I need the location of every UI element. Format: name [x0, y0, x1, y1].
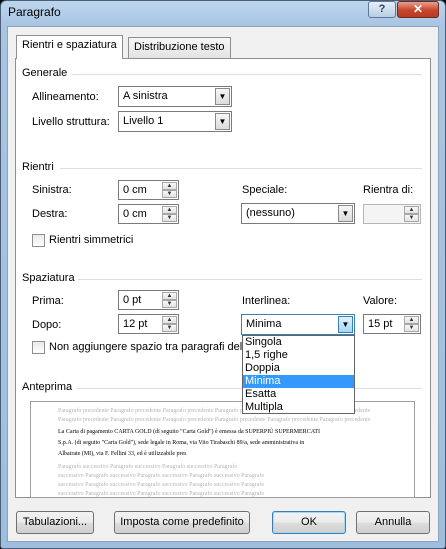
spin-down-icon[interactable]: ▼	[404, 324, 419, 332]
spin-up-icon[interactable]: ▲	[162, 182, 177, 190]
divider	[60, 168, 422, 169]
dopo-label: Dopo:	[32, 319, 62, 331]
section-rientri-heading: Rientri	[22, 161, 54, 173]
tab-rientri-spaziatura[interactable]: Rientri e spaziatura	[16, 35, 123, 59]
spin-down-icon[interactable]: ▼	[404, 214, 419, 222]
window-title: Paragrafo	[8, 5, 61, 19]
divider	[78, 279, 422, 280]
option-singola[interactable]: Singola	[243, 336, 354, 349]
destra-label: Destra:	[32, 208, 68, 220]
dopo-spinner[interactable]: 12 pt ▲ ▼	[118, 314, 179, 334]
preview-next-line: Paragrafo successivo Paragrafo successiv…	[58, 464, 238, 470]
preview-main-line: Albairate (MI), via F. Fellini 33, ed è …	[58, 451, 187, 457]
help-button[interactable]: ?	[368, 1, 396, 18]
option-1-5-righe[interactable]: 1,5 righe	[243, 349, 354, 362]
dopo-value: 12 pt	[123, 318, 148, 330]
interlinea-dropdown-list[interactable]: Singola 1,5 righe Doppia Minima Esatta M…	[242, 335, 355, 414]
option-esatta[interactable]: Esatta	[243, 388, 354, 401]
sinistra-value: 0 cm	[123, 184, 147, 196]
rientra-spinner[interactable]: ▲ ▼	[363, 204, 421, 224]
annulla-button[interactable]: Annulla	[356, 511, 430, 534]
chevron-down-icon[interactable]: ▼	[215, 88, 230, 105]
rientra-label: Rientra di:	[363, 184, 414, 196]
prima-value: 0 pt	[123, 294, 142, 306]
spin-down-icon[interactable]: ▼	[162, 300, 177, 308]
section-anteprima-heading: Anteprima	[22, 381, 73, 393]
spin-up-icon[interactable]: ▲	[162, 292, 177, 300]
rientri-simmetrici-label: Rientri simmetrici	[49, 234, 134, 246]
speciale-select[interactable]: (nessuno) ▼	[241, 203, 355, 224]
interlinea-select[interactable]: Minima ▼	[241, 314, 355, 335]
preview-prev-line: Paragrafo precedente Paragrafo precedent…	[58, 417, 371, 423]
spin-down-icon[interactable]: ▼	[162, 324, 177, 332]
speciale-value: (nessuno)	[246, 207, 295, 219]
chevron-down-icon[interactable]: ▼	[215, 113, 230, 130]
spin-down-icon[interactable]: ▼	[162, 214, 177, 222]
chevron-down-icon[interactable]: ▼	[338, 205, 353, 222]
rientri-simmetrici-checkbox[interactable]	[32, 234, 45, 247]
allineamento-value: A sinistra	[123, 90, 168, 102]
allineamento-label: Allineamento:	[32, 91, 99, 103]
spin-up-icon[interactable]: ▲	[162, 316, 177, 324]
prima-label: Prima:	[32, 295, 64, 307]
preview-main-line: La Carta di pagamento CARTA GOLD (di seg…	[58, 429, 321, 435]
prima-spinner[interactable]: 0 pt ▲ ▼	[118, 290, 179, 310]
spin-up-icon[interactable]: ▲	[404, 206, 419, 214]
spin-down-icon[interactable]: ▼	[162, 190, 177, 198]
non-aggiungere-spazio-checkbox[interactable]	[32, 341, 45, 354]
non-aggiungere-spazio-label: Non aggiungere spazio tra paragrafi dell	[49, 341, 245, 353]
spin-up-icon[interactable]: ▲	[404, 316, 419, 324]
tabulazioni-button[interactable]: Tabulazioni...	[16, 511, 94, 534]
option-multipla[interactable]: Multipla	[243, 401, 354, 414]
preview-next-line: successivo Paragrafo successivo Paragraf…	[58, 491, 265, 497]
destra-value: 0 cm	[123, 208, 147, 220]
sinistra-label: Sinistra:	[32, 184, 72, 196]
tab-distribuzione-testo[interactable]: Distribuzione testo	[128, 37, 231, 58]
preview-main-line: S.p.A. (di seguito "Carta Gold"), sede l…	[58, 440, 305, 446]
close-button[interactable]: ✕	[397, 1, 439, 18]
section-generale-heading: Generale	[22, 67, 68, 79]
livello-label: Livello struttura:	[32, 116, 110, 128]
imposta-predefinito-button[interactable]: Imposta come predefinito	[114, 511, 250, 534]
sinistra-spinner[interactable]: 0 cm ▲ ▼	[118, 180, 179, 200]
spin-up-icon[interactable]: ▲	[162, 206, 177, 214]
preview-next-line: successivo Paragrafo successivo Paragraf…	[58, 473, 265, 479]
preview-box: Paragrafo precedente Paragrafo precedent…	[30, 401, 415, 498]
interlinea-value: Minima	[246, 318, 282, 330]
valore-spinner[interactable]: 15 pt ▲ ▼	[363, 314, 421, 334]
speciale-label: Speciale:	[242, 184, 288, 196]
livello-select[interactable]: Livello 1 ▼	[118, 111, 232, 132]
section-spaziatura-heading: Spaziatura	[22, 272, 75, 284]
option-doppia[interactable]: Doppia	[243, 362, 354, 375]
divider	[72, 74, 422, 75]
valore-label: Valore:	[363, 295, 398, 307]
interlinea-label: Interlinea:	[242, 295, 291, 307]
chevron-down-icon[interactable]: ▼	[338, 316, 353, 333]
destra-spinner[interactable]: 0 cm ▲ ▼	[118, 204, 179, 224]
option-minima[interactable]: Minima	[243, 375, 354, 388]
ok-button[interactable]: OK	[272, 511, 346, 534]
livello-value: Livello 1	[123, 115, 164, 127]
preview-next-line: successivo Paragrafo successivo Paragraf…	[58, 482, 265, 488]
allineamento-select[interactable]: A sinistra ▼	[118, 86, 232, 107]
valore-value: 15 pt	[368, 318, 393, 330]
